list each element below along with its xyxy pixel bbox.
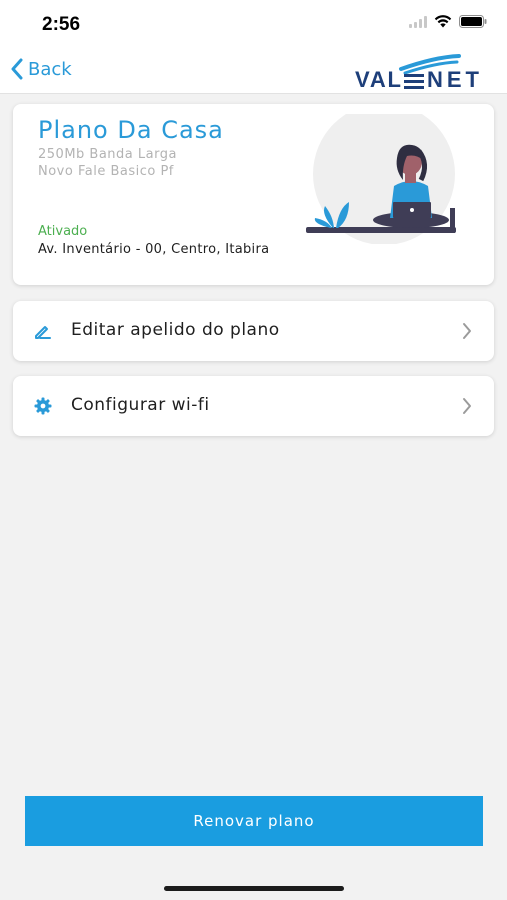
status-icons xyxy=(409,15,487,28)
plan-speed: 250Mb Banda Larga xyxy=(38,147,177,162)
chevron-right-icon xyxy=(463,398,471,414)
person-laptop-illustration xyxy=(306,114,456,244)
plan-address: Av. Inventário - 00, Centro, Itabira xyxy=(38,242,270,257)
back-button[interactable]: Back xyxy=(10,58,72,80)
plan-card: Plano Da Casa 250Mb Banda Larga Novo Fal… xyxy=(13,104,494,285)
wifi-icon xyxy=(434,15,452,28)
signal-icon xyxy=(409,15,427,28)
configure-wifi-button[interactable]: Configurar wi-fi xyxy=(13,376,494,436)
plan-status: Ativado xyxy=(38,224,88,239)
valenet-logo: VAL NET xyxy=(355,52,483,98)
plan-title: Plano Da Casa xyxy=(38,116,224,144)
home-indicator xyxy=(164,886,344,891)
pencil-icon xyxy=(35,326,51,339)
chevron-right-icon xyxy=(463,323,471,339)
edit-plan-nickname-button[interactable]: Editar apelido do plano xyxy=(13,301,494,361)
chevron-left-icon xyxy=(11,58,23,80)
status-time: 2:56 xyxy=(42,14,81,35)
logo-text-2: NET xyxy=(427,67,480,92)
battery-icon xyxy=(459,15,487,28)
nav-bar: Back VAL NET xyxy=(0,50,507,94)
configure-wifi-label: Configurar wi-fi xyxy=(71,395,210,415)
status-bar: 2:56 xyxy=(0,0,507,50)
logo-text: VAL xyxy=(355,67,401,92)
gear-icon xyxy=(34,397,52,415)
plan-name: Novo Fale Basico Pf xyxy=(38,164,174,179)
back-label: Back xyxy=(28,58,72,80)
renew-plan-button[interactable]: Renovar plano xyxy=(25,796,483,846)
edit-plan-nickname-label: Editar apelido do plano xyxy=(71,320,280,340)
